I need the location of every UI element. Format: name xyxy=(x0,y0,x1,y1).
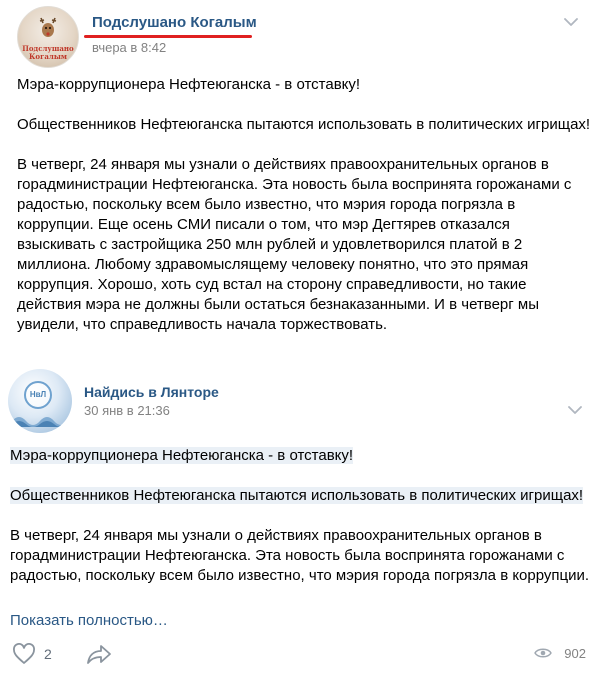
like-count: 2 xyxy=(44,646,52,662)
show-more-link[interactable]: Показать полностью… xyxy=(10,612,168,629)
post-time[interactable]: вчера в 8:42 xyxy=(92,40,166,55)
red-underline-mark xyxy=(84,35,252,38)
repost-text: Мэра-коррупционера Нефтеюганска - в отст… xyxy=(10,446,595,606)
repost-avatar[interactable]: НвЛ xyxy=(8,369,72,433)
repost-author-name[interactable]: Найдись в Лянторе xyxy=(84,384,219,400)
post: Подслушано Когалым Подслушано Когалым вч… xyxy=(0,0,600,365)
deer-logo-icon xyxy=(39,17,57,37)
heart-icon[interactable] xyxy=(12,643,36,665)
post-text: Мэра-коррупционера Нефтеюганска - в отст… xyxy=(17,75,592,355)
post-paragraph: В четверг, 24 января мы узнали о действи… xyxy=(17,156,572,333)
view-count: 902 xyxy=(564,646,586,661)
repost-paragraph: Мэра-коррупционера Нефтеюганска - в отст… xyxy=(10,446,595,466)
avatar-brand-text: Подслушано Когалым xyxy=(22,44,74,61)
author-name[interactable]: Подслушано Когалым xyxy=(92,14,257,31)
community-avatar[interactable]: Подслушано Когалым xyxy=(17,6,79,68)
repost: НвЛ Найдись в Лянторе 30 янв в 21:36 Мэр… xyxy=(0,365,600,678)
eye-icon xyxy=(534,648,552,658)
avatar-logo-text: НвЛ xyxy=(24,381,52,409)
repost-time[interactable]: 30 янв в 21:36 xyxy=(84,403,170,418)
post-paragraph: Общественников Нефтеюганска пытаются исп… xyxy=(17,116,591,133)
chevron-down-icon[interactable] xyxy=(564,18,578,26)
share-arrow-icon[interactable] xyxy=(86,643,112,665)
highlighted-text: Общественников Нефтеюганска пытаются исп… xyxy=(10,487,584,504)
post-footer: 2 902 xyxy=(0,637,600,677)
chevron-down-icon[interactable] xyxy=(568,406,582,414)
repost-paragraph: В четверг, 24 января мы узнали о действи… xyxy=(10,527,590,584)
post-paragraph: Мэра-коррупционера Нефтеюганска - в отст… xyxy=(17,76,361,93)
highlighted-text: Мэра-коррупционера Нефтеюганска - в отст… xyxy=(10,447,354,464)
repost-paragraph: Общественников Нефтеюганска пытаются исп… xyxy=(10,486,595,506)
wave-icon xyxy=(12,417,68,427)
